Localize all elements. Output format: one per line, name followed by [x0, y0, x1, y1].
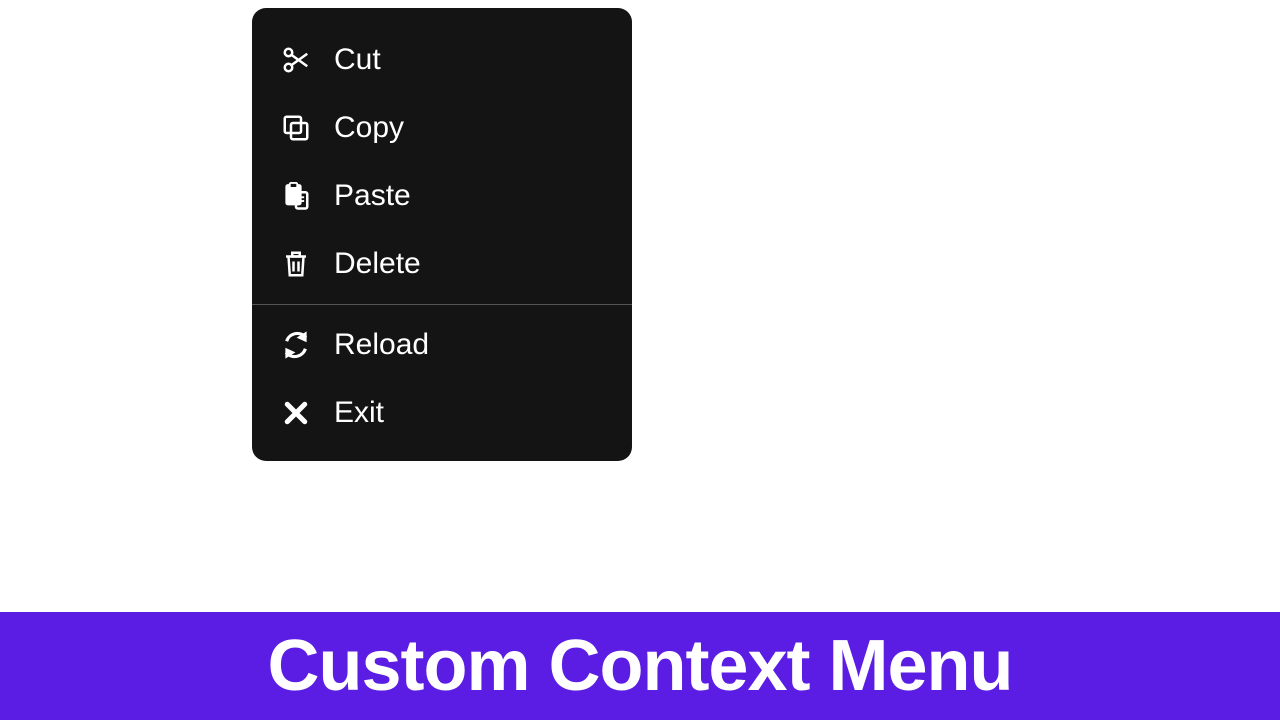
close-icon	[280, 397, 312, 429]
menu-item-label: Copy	[334, 113, 404, 143]
menu-item-label: Paste	[334, 181, 411, 211]
stage: Cut Copy	[0, 0, 1280, 720]
page-title: Custom Context Menu	[268, 625, 1013, 707]
menu-section-app: Reload Exit	[252, 311, 632, 447]
menu-item-cut[interactable]: Cut	[252, 26, 632, 94]
scissors-icon	[280, 44, 312, 76]
reload-icon	[280, 329, 312, 361]
trash-icon	[280, 248, 312, 280]
menu-section-edit: Cut Copy	[252, 26, 632, 298]
copy-icon	[280, 112, 312, 144]
menu-item-copy[interactable]: Copy	[252, 94, 632, 162]
menu-item-exit[interactable]: Exit	[252, 379, 632, 447]
menu-divider	[252, 304, 632, 305]
menu-item-delete[interactable]: Delete	[252, 230, 632, 298]
menu-item-label: Reload	[334, 330, 429, 360]
menu-item-paste[interactable]: Paste	[252, 162, 632, 230]
menu-item-label: Exit	[334, 398, 384, 428]
paste-icon	[280, 180, 312, 212]
context-menu: Cut Copy	[252, 8, 632, 461]
menu-item-label: Cut	[334, 45, 381, 75]
title-banner: Custom Context Menu	[0, 612, 1280, 720]
menu-item-reload[interactable]: Reload	[252, 311, 632, 379]
menu-item-label: Delete	[334, 249, 421, 279]
